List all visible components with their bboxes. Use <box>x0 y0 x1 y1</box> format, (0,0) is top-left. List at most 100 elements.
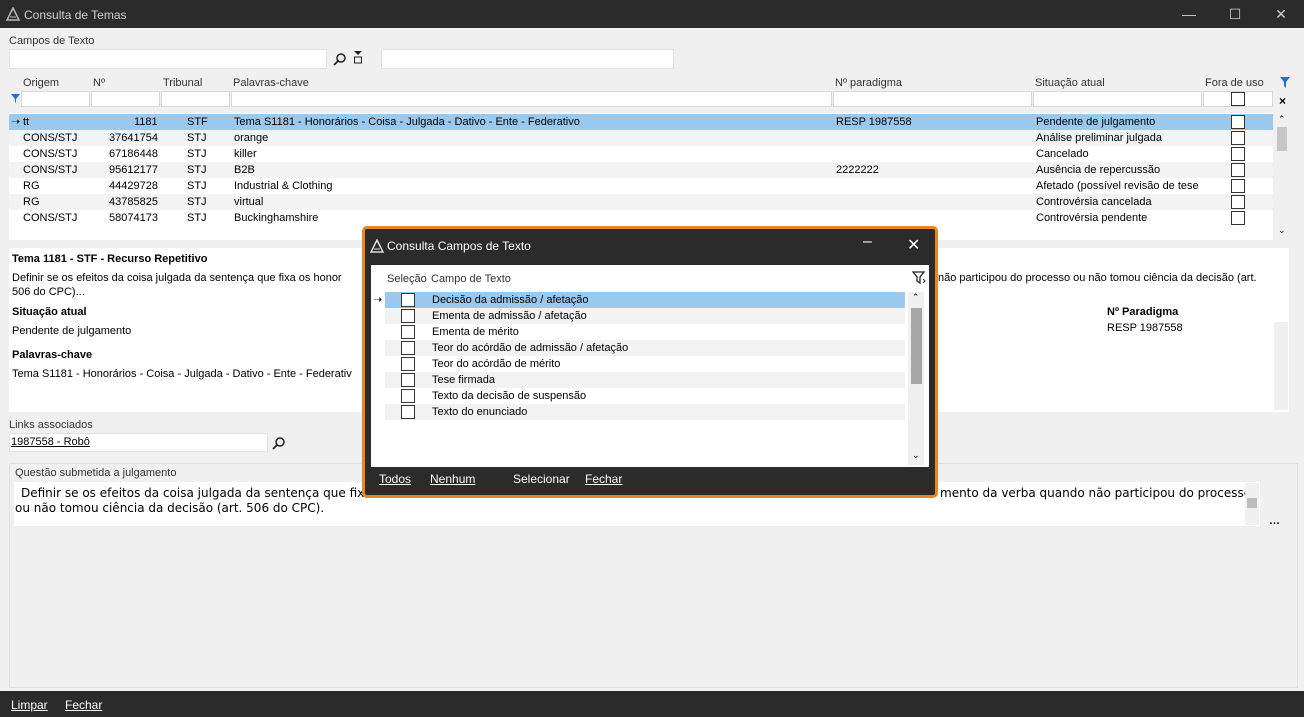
table-row[interactable]: CONS/STJ 67186448 STJ killer Cancelado <box>9 146 1273 162</box>
campos-texto-label: Campos de Texto <box>9 35 95 47</box>
dialog-scroll-up-icon[interactable]: ⌃ <box>912 292 920 303</box>
questao-scroll-thumb[interactable] <box>1247 498 1257 508</box>
detail-scrollbar[interactable] <box>1274 322 1288 410</box>
todos-button[interactable]: Todos <box>379 472 411 486</box>
table-row[interactable]: ➝ tt 1181 STF Tema S1181 - Honorários - … <box>9 114 1273 130</box>
more-options-icon[interactable]: … <box>1269 515 1280 527</box>
dialog-scroll-thumb[interactable] <box>911 308 922 384</box>
dialog-close-button[interactable]: ✕ <box>907 235 920 255</box>
minimize-button[interactable]: — <box>1166 0 1212 28</box>
item-checkbox[interactable] <box>401 325 415 339</box>
scroll-down-icon[interactable]: ⌄ <box>1278 225 1286 236</box>
header-tribunal[interactable]: Tribunal <box>163 77 202 89</box>
app-logo-icon <box>6 7 20 21</box>
item-checkbox[interactable] <box>401 293 415 307</box>
fora-de-uso-checkbox[interactable] <box>1231 179 1245 193</box>
maximize-button[interactable]: ☐ <box>1212 0 1258 28</box>
header-fora-de-uso[interactable]: Fora de uso <box>1205 77 1264 89</box>
detail-text-left: Definir se os efeitos da coisa julgada d… <box>12 272 342 284</box>
item-checkbox[interactable] <box>401 341 415 355</box>
bottom-toolbar: Limpar Fechar <box>0 691 1304 717</box>
header-numero[interactable]: Nº <box>93 77 105 89</box>
fora-de-uso-checkbox[interactable] <box>1231 131 1245 145</box>
window-title: Consulta de Temas <box>24 8 127 22</box>
current-row-arrow-icon: ➝ <box>11 116 21 128</box>
item-checkbox[interactable] <box>401 389 415 403</box>
links-search-icon[interactable] <box>272 436 286 450</box>
questao-scrollbar[interactable] <box>1245 483 1259 525</box>
header-origem[interactable]: Origem <box>23 77 59 89</box>
table-row[interactable]: CONS/STJ 58074173 STJ Buckinghamshire Co… <box>9 210 1273 226</box>
filter-fora-de-uso-checkbox[interactable] <box>1231 92 1245 106</box>
dialog-list-item[interactable]: Teor do acórdão de admissão / afetação <box>385 340 905 356</box>
filter-situacao[interactable] <box>1033 91 1202 107</box>
item-checkbox[interactable] <box>401 309 415 323</box>
dialog-current-arrow-icon: ➝ <box>373 294 383 306</box>
dialog-scroll-down-icon[interactable]: ⌄ <box>912 450 920 461</box>
item-checkbox[interactable] <box>401 357 415 371</box>
detail-title: Tema 1181 - STF - Recurso Repetitivo <box>12 253 208 265</box>
paradigma-value: RESP 1987558 <box>1107 322 1183 334</box>
header-palavras-chave[interactable]: Palavras-chave <box>233 77 309 89</box>
filter-tribunal[interactable] <box>161 91 230 107</box>
link-value[interactable]: 1987558 - Robô <box>11 436 90 448</box>
links-label: Links associados <box>9 419 93 431</box>
dialog-list-item[interactable]: Ementa de admissão / afetação <box>385 308 905 324</box>
table-row[interactable]: RG 44429728 STJ Industrial & Clothing Af… <box>9 178 1273 194</box>
dropdown-filter-icon[interactable] <box>352 50 364 64</box>
fora-de-uso-checkbox[interactable] <box>1231 163 1245 177</box>
fora-de-uso-checkbox[interactable] <box>1231 147 1245 161</box>
fora-de-uso-checkbox[interactable] <box>1231 195 1245 209</box>
dialog-filter-icon[interactable] <box>912 271 926 285</box>
secondary-input[interactable] <box>381 49 674 69</box>
dialog-list-item[interactable]: Ementa de mérito <box>385 324 905 340</box>
search-icon[interactable] <box>333 52 347 66</box>
dialog-list-item[interactable]: Tese firmada <box>385 372 905 388</box>
header-situacao[interactable]: Situação atual <box>1035 77 1105 89</box>
nenhum-button[interactable]: Nenhum <box>430 472 475 486</box>
filter-paradigma[interactable] <box>833 91 1032 107</box>
dialog-header-campo[interactable]: Campo de Texto <box>431 273 511 285</box>
table-row[interactable]: CONS/STJ 95612177 STJ B2B 2222222 Ausênc… <box>9 162 1273 178</box>
dialog-logo-icon <box>370 239 384 253</box>
item-checkbox[interactable] <box>401 405 415 419</box>
dialog-list-item[interactable]: Texto da decisão de suspensão <box>385 388 905 404</box>
title-bar: Consulta de Temas — ☐ ✕ <box>0 0 1304 28</box>
filter-origem[interactable] <box>21 91 90 107</box>
campos-texto-input[interactable] <box>9 49 327 69</box>
situacao-label: Situação atual <box>12 306 87 318</box>
clear-filter-icon[interactable]: × <box>1279 94 1286 108</box>
palavras-value: Tema S1181 - Honorários - Coisa - Julgad… <box>12 368 352 380</box>
dialog-list-item[interactable]: Teor do acórdão de mérito <box>385 356 905 372</box>
palavras-label: Palavras-chave <box>12 349 93 361</box>
detail-text-line2: 506 do CPC)... <box>12 286 85 298</box>
questao-label: Questão submetida a julgamento <box>15 467 177 479</box>
grid-scrollbar[interactable]: ⌃ ⌄ <box>1274 113 1290 240</box>
table-row[interactable]: CONS/STJ 37641754 STJ orange Análise pre… <box>9 130 1273 146</box>
header-paradigma[interactable]: Nº paradigma <box>835 77 902 89</box>
dialog-scrollbar[interactable]: ⌃ ⌄ <box>908 292 924 465</box>
dialog-fechar-button[interactable]: Fechar <box>585 472 622 486</box>
column-filter-icon[interactable] <box>1279 76 1291 90</box>
dialog-list-item[interactable]: Texto do enunciado <box>385 404 905 420</box>
links-input[interactable]: 1987558 - Robô <box>9 433 268 452</box>
scroll-up-icon[interactable]: ⌃ <box>1278 114 1286 125</box>
limpar-button[interactable]: Limpar <box>11 698 48 712</box>
dialog-list-item[interactable]: ➝ Decisão da admissão / afetação <box>373 292 905 308</box>
fora-de-uso-checkbox[interactable] <box>1231 115 1245 129</box>
fechar-button[interactable]: Fechar <box>65 698 102 712</box>
selecionar-button[interactable]: Selecionar <box>513 472 570 486</box>
questao-line1-left: Definir se os efeitos da coisa julgada d… <box>21 486 372 500</box>
close-button[interactable]: ✕ <box>1258 0 1304 28</box>
dialog-header-selecao[interactable]: Seleção <box>387 273 427 285</box>
filter-row-icon <box>11 94 20 103</box>
filter-numero[interactable] <box>91 91 160 107</box>
fora-de-uso-checkbox[interactable] <box>1231 211 1245 225</box>
dialog-minimize-button[interactable]: – <box>863 233 872 251</box>
paradigma-label: Nº Paradigma <box>1107 306 1179 318</box>
filter-palavras-chave[interactable] <box>231 91 832 107</box>
table-row[interactable]: RG 43785825 STJ virtual Controvérsia can… <box>9 194 1273 210</box>
item-checkbox[interactable] <box>401 373 415 387</box>
scroll-thumb[interactable] <box>1277 127 1287 151</box>
situacao-value: Pendente de julgamento <box>12 325 132 337</box>
